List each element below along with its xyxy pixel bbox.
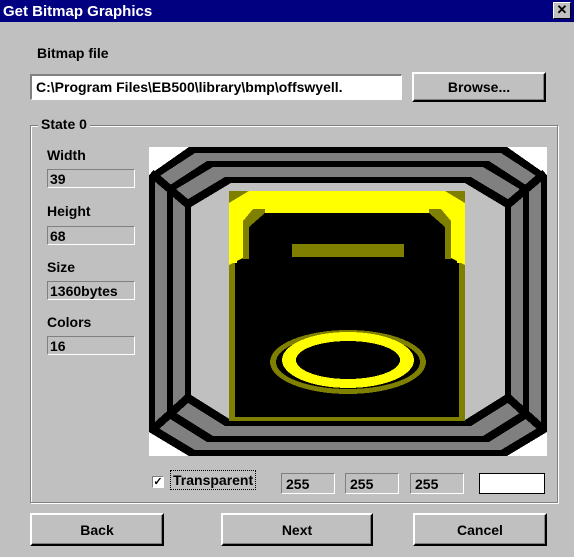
cancel-button-label: Cancel <box>457 521 503 538</box>
colors-label: Colors <box>47 314 92 330</box>
red-value-field[interactable]: 255 <box>281 473 335 494</box>
transparent-checkbox[interactable]: ✓ <box>152 476 164 488</box>
back-button-label: Back <box>80 521 114 538</box>
next-button-label: Next <box>281 521 313 538</box>
browse-button[interactable]: Browse... <box>412 72 546 102</box>
yellow-switch-bitmap-image <box>148 147 548 456</box>
close-button[interactable]: ✕ <box>553 2 571 19</box>
blue-value-field[interactable]: 255 <box>410 473 464 494</box>
get-bitmap-dialog: Get Bitmap Graphics ✕ Bitmap file C:\Pro… <box>0 0 574 557</box>
height-label: Height <box>47 203 91 219</box>
bitmap-path-field[interactable]: C:\Program Files\EB500\library\bmp\offsw… <box>30 74 402 100</box>
transparent-label[interactable]: Transparent <box>170 470 257 490</box>
back-button[interactable]: Back <box>30 513 164 546</box>
close-icon: ✕ <box>556 2 568 17</box>
transparent-color-swatch[interactable] <box>479 473 545 494</box>
size-value: 1360bytes <box>47 281 135 300</box>
bitmap-preview <box>148 147 548 456</box>
title-bar[interactable]: Get Bitmap Graphics ✕ <box>0 0 574 22</box>
state-group-label: State 0 <box>38 116 90 132</box>
size-label: Size <box>47 259 76 275</box>
window-title: Get Bitmap Graphics <box>3 3 153 20</box>
cancel-button[interactable]: Cancel <box>413 513 547 546</box>
colors-value: 16 <box>47 336 135 355</box>
next-button[interactable]: Next <box>221 513 373 546</box>
bitmap-file-label: Bitmap file <box>37 45 109 61</box>
checkmark-icon: ✓ <box>153 476 163 488</box>
browse-button-label: Browse... <box>447 79 511 95</box>
width-label: Width <box>47 147 86 163</box>
green-value-field[interactable]: 255 <box>345 473 399 494</box>
width-value: 39 <box>47 169 135 188</box>
height-value: 68 <box>47 226 135 245</box>
